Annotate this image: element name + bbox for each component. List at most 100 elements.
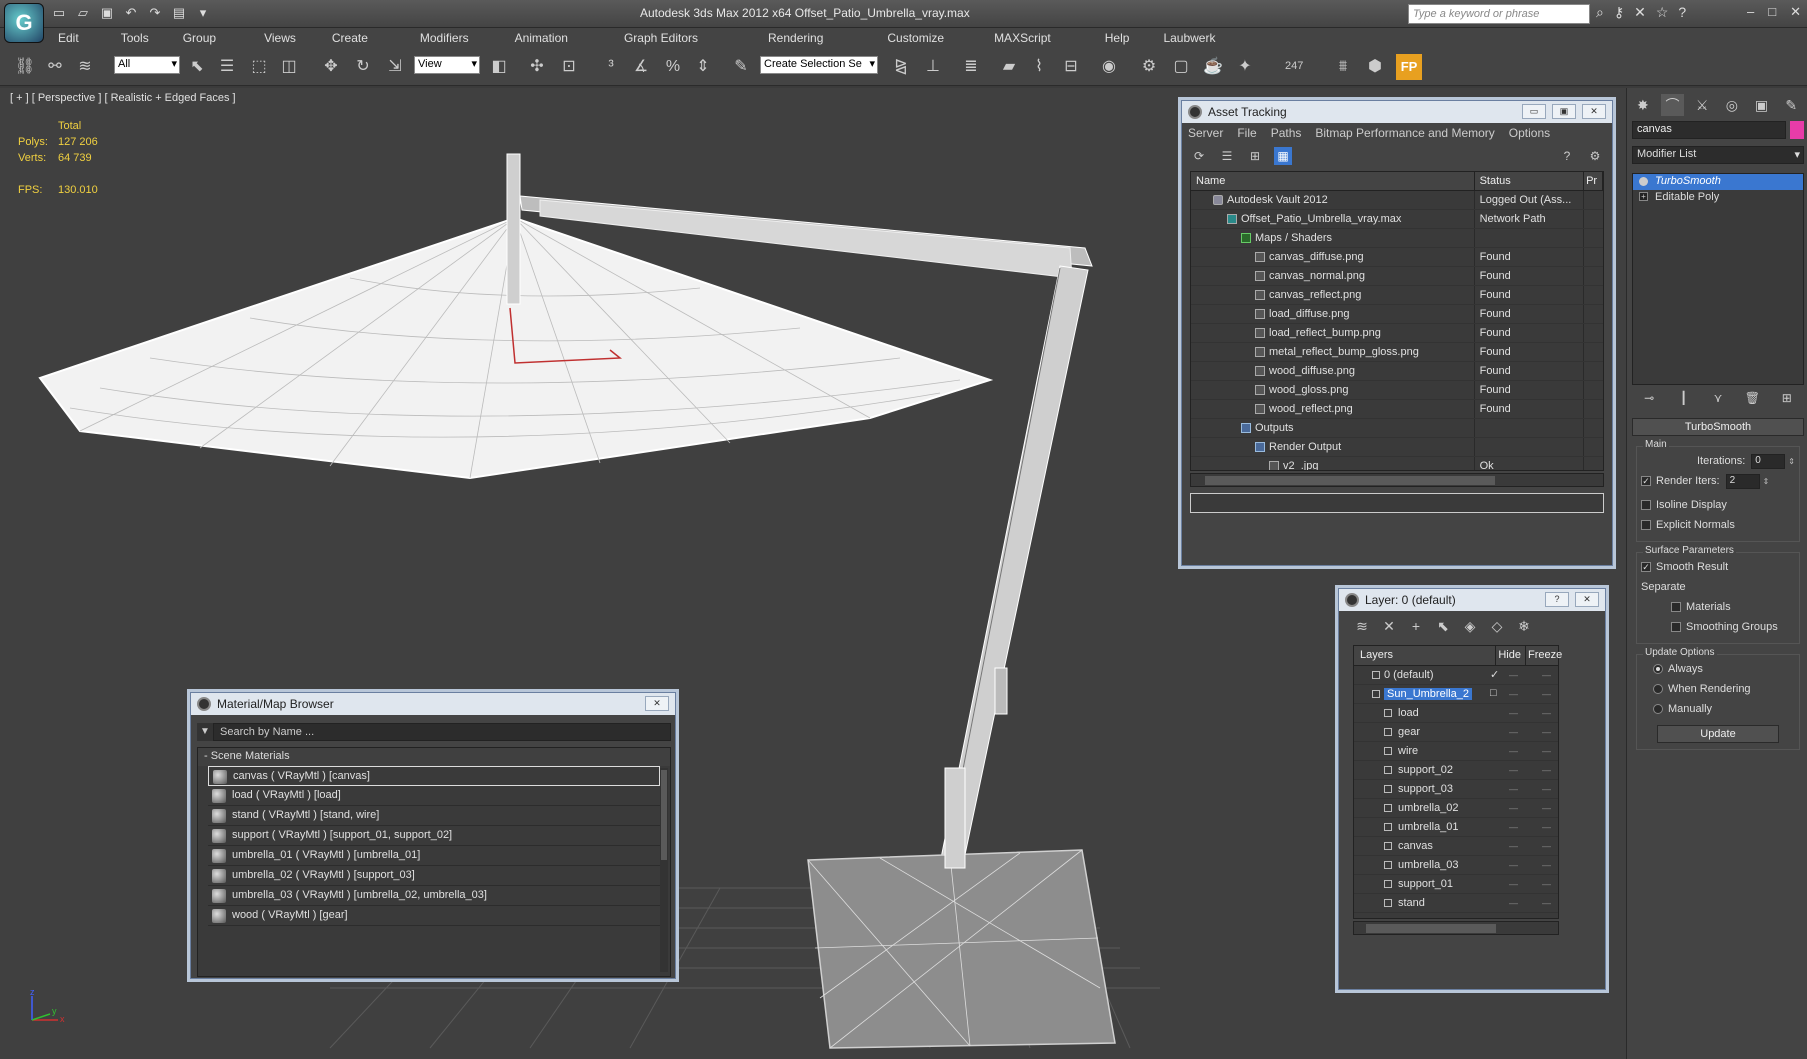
smooth-result-checkbox[interactable]: ✓ xyxy=(1641,562,1651,572)
unlink-icon[interactable]: ⚯ xyxy=(42,54,68,80)
layer-row[interactable]: canvas — — xyxy=(1354,837,1558,856)
create-layer-icon[interactable]: ≋ xyxy=(1353,617,1371,635)
pin-stack-icon[interactable]: ⊸ xyxy=(1641,391,1657,407)
asset-row[interactable]: canvas_diffuse.png Found xyxy=(1191,248,1603,267)
open-file-icon[interactable]: ▱ xyxy=(74,4,92,22)
hide-all-icon[interactable]: ◇ xyxy=(1488,617,1506,635)
select-manipulate-icon[interactable]: ✣ xyxy=(524,54,550,80)
asset-tracking-titlebar[interactable]: Asset Tracking ▭ ▣ ✕ xyxy=(1182,101,1612,123)
edit-named-selection-icon[interactable]: ✎ xyxy=(728,54,754,80)
rollout-title[interactable]: TurboSmooth xyxy=(1632,418,1804,436)
current-layer-check-icon[interactable]: ✓ xyxy=(1490,668,1499,681)
menu-item-graph-editors[interactable]: Graph Editors xyxy=(624,28,698,48)
material-row[interactable]: stand ( VRayMtl ) [stand, wire] xyxy=(208,806,660,826)
col-pr-header[interactable]: Pr xyxy=(1584,172,1603,190)
link-icon[interactable]: ⛓ xyxy=(12,54,38,80)
menu-item-views[interactable]: Views xyxy=(264,28,296,48)
move-icon[interactable]: ✥ xyxy=(318,54,344,80)
material-row[interactable]: load ( VRayMtl ) [load] xyxy=(208,786,660,806)
asset-row[interactable]: Offset_Patio_Umbrella_vray.max Network Pa… xyxy=(1191,210,1603,229)
maximize-button[interactable]: □ xyxy=(1768,4,1776,20)
freeze-toggle[interactable]: — xyxy=(1542,803,1551,813)
minimize-button[interactable]: – xyxy=(1747,4,1754,20)
col-hide-header[interactable]: Hide xyxy=(1496,646,1526,665)
asset-menu-server[interactable]: Server xyxy=(1188,126,1223,140)
hide-toggle[interactable]: — xyxy=(1509,670,1518,680)
iterations-spinner[interactable]: 0 xyxy=(1751,453,1786,469)
highlight-layer-icon[interactable]: ◈ xyxy=(1461,617,1479,635)
material-row[interactable]: umbrella_02 ( VRayMtl ) [support_03] xyxy=(208,866,660,886)
make-current-icon[interactable]: □ xyxy=(1490,687,1497,699)
material-row[interactable]: wood ( VRayMtl ) [gear] xyxy=(208,906,660,926)
align-icon[interactable]: ⊥ xyxy=(920,54,946,80)
hide-toggle[interactable]: — xyxy=(1509,708,1518,718)
scrollbar-thumb[interactable] xyxy=(1366,924,1496,933)
help-search-input[interactable]: Type a keyword or phrase xyxy=(1408,4,1590,24)
hide-toggle[interactable]: — xyxy=(1509,841,1518,851)
scene-materials-group[interactable]: - Scene Materials xyxy=(198,748,670,766)
material-row[interactable]: umbrella_03 ( VRayMtl ) [umbrella_02, um… xyxy=(208,886,660,906)
layer-row[interactable]: stand — — xyxy=(1354,894,1558,913)
asset-row[interactable]: Autodesk Vault 2012 Logged Out (Ass... xyxy=(1191,191,1603,210)
help-button[interactable]: ? xyxy=(1545,592,1569,607)
table-view-icon[interactable]: ▦ xyxy=(1274,147,1292,165)
material-row[interactable]: support ( VRayMtl ) [support_01, support… xyxy=(208,826,660,846)
material-vertical-scrollbar[interactable] xyxy=(660,768,668,972)
hierarchy-tab-icon[interactable]: ⚔ xyxy=(1690,94,1714,116)
hide-toggle[interactable]: — xyxy=(1509,898,1518,908)
material-browser-titlebar[interactable]: Material/Map Browser ✕ xyxy=(191,693,675,715)
hide-toggle[interactable]: — xyxy=(1509,860,1518,870)
project-folder-icon[interactable]: ▤ xyxy=(170,4,188,22)
render-iters-checkbox[interactable]: ✓ xyxy=(1641,476,1651,486)
mirror-icon[interactable]: ⧎ xyxy=(888,54,914,80)
asset-row[interactable]: wood_reflect.png Found xyxy=(1191,400,1603,419)
freeze-toggle[interactable]: — xyxy=(1542,822,1551,832)
layer-row[interactable]: umbrella_02 — — xyxy=(1354,799,1558,818)
help-icon[interactable]: ? xyxy=(1678,4,1686,21)
asset-menu-bitmap-performance-and-memory[interactable]: Bitmap Performance and Memory xyxy=(1315,126,1494,140)
schematic-view-icon[interactable]: ⊟ xyxy=(1058,54,1084,80)
menu-item-customize[interactable]: Customize xyxy=(887,28,944,48)
options-icon[interactable]: ⚙ xyxy=(1586,147,1604,165)
hide-toggle[interactable]: — xyxy=(1509,765,1518,775)
layer-row[interactable]: umbrella_01 — — xyxy=(1354,818,1558,837)
asset-row[interactable]: wood_gloss.png Found xyxy=(1191,381,1603,400)
subscription-icon[interactable]: ✕ xyxy=(1634,4,1646,21)
expand-plus-icon[interactable]: + xyxy=(1639,192,1648,201)
asset-row[interactable]: Render Output xyxy=(1191,438,1603,457)
modify-tab-icon[interactable]: ⌒ xyxy=(1660,94,1685,116)
menu-item-animation[interactable]: Animation xyxy=(515,28,568,48)
asset-horizontal-scrollbar[interactable] xyxy=(1190,473,1604,487)
asset-row[interactable]: Maps / Shaders xyxy=(1191,229,1603,248)
spinner-arrows-icon[interactable]: ⇕ xyxy=(1788,457,1795,466)
redo-icon[interactable]: ↷ xyxy=(146,4,164,22)
layer-row[interactable]: gear — — xyxy=(1354,723,1558,742)
asset-menu-file[interactable]: File xyxy=(1237,126,1256,140)
undo-icon[interactable]: ↶ xyxy=(122,4,140,22)
asset-row[interactable]: canvas_normal.png Found xyxy=(1191,267,1603,286)
select-by-name-icon[interactable]: ☰ xyxy=(214,54,240,80)
hide-toggle[interactable]: — xyxy=(1509,727,1518,737)
menu-item-maxscript[interactable]: MAXScript xyxy=(994,28,1051,48)
materials-checkbox[interactable] xyxy=(1671,602,1681,612)
close-button[interactable]: ✕ xyxy=(1790,4,1801,20)
asset-path-field[interactable] xyxy=(1190,493,1604,513)
layer-horizontal-scrollbar[interactable] xyxy=(1353,921,1559,935)
freeze-toggle[interactable]: — xyxy=(1542,689,1551,699)
binoculars-icon[interactable]: ⌕ xyxy=(1596,4,1604,21)
freeze-toggle[interactable]: — xyxy=(1542,708,1551,718)
create-tab-icon[interactable]: ✸ xyxy=(1631,94,1655,116)
object-name-input[interactable]: canvas xyxy=(1632,121,1786,139)
graphite-ribbon-icon[interactable]: ▰ xyxy=(996,54,1022,80)
app-logo-icon[interactable]: G xyxy=(4,3,44,43)
select-object-icon[interactable]: ⬉ xyxy=(184,54,210,80)
show-end-result-icon[interactable]: ┃ xyxy=(1676,391,1692,407)
col-layers-header[interactable]: Layers xyxy=(1354,646,1497,665)
material-row[interactable]: umbrella_01 ( VRayMtl ) [umbrella_01] xyxy=(208,846,660,866)
freeze-toggle[interactable]: — xyxy=(1542,727,1551,737)
lightbulb-icon[interactable] xyxy=(1639,177,1648,186)
fp-plugin-button[interactable]: FP xyxy=(1396,54,1422,80)
select-objects-icon[interactable]: ⬉ xyxy=(1434,617,1452,635)
save-file-icon[interactable]: ▣ xyxy=(98,4,116,22)
hide-toggle[interactable]: — xyxy=(1509,746,1518,756)
